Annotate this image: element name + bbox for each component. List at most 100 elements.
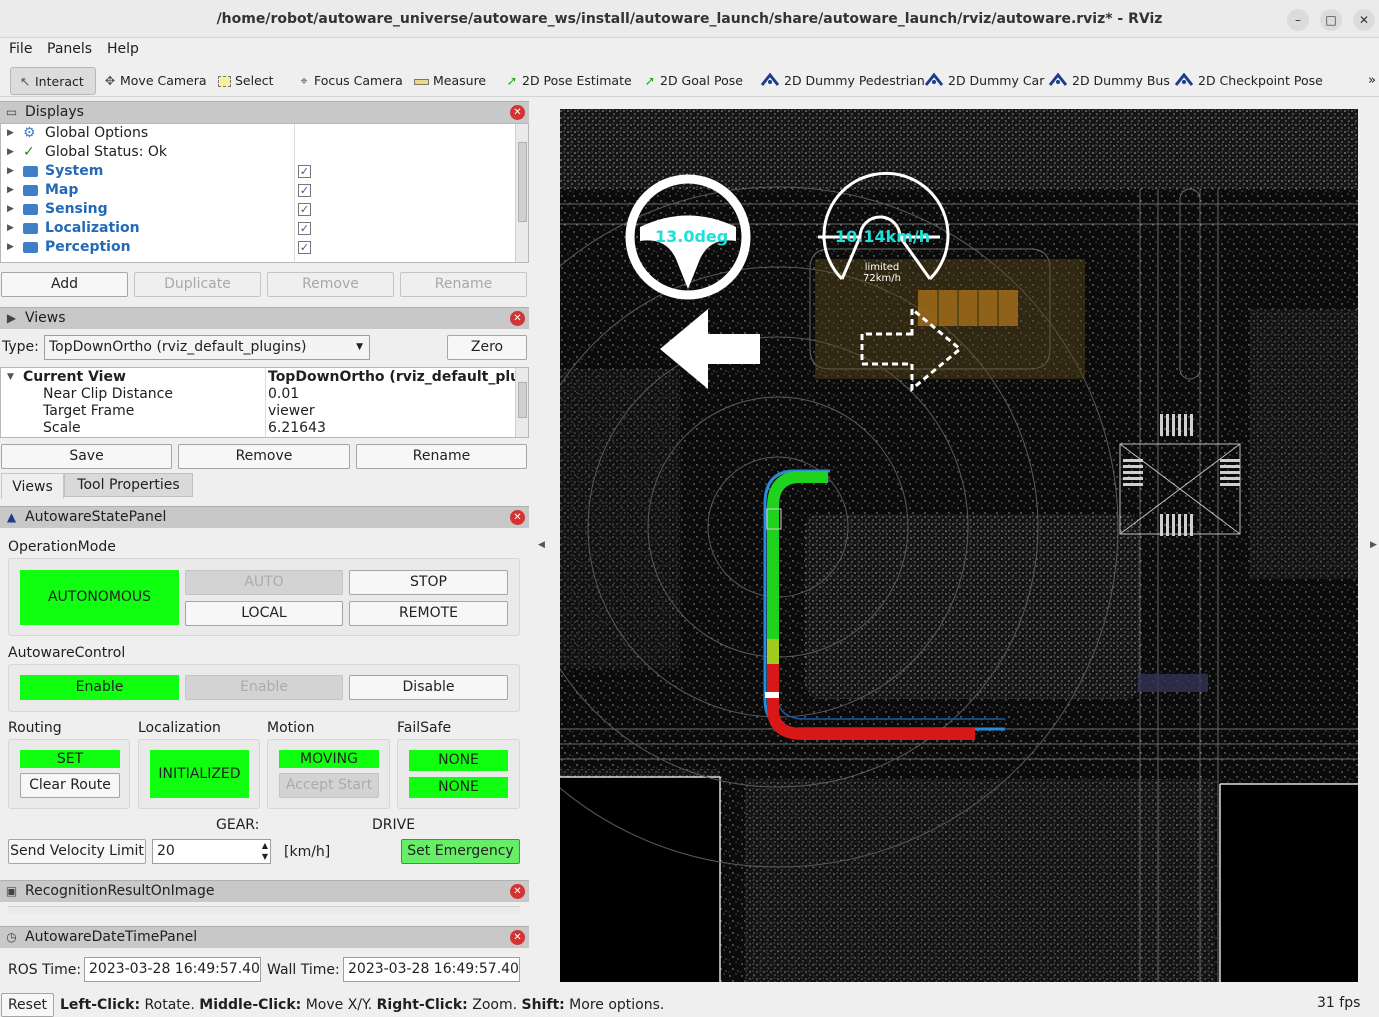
prop-value: 0.01 <box>268 386 300 402</box>
tab-views[interactable]: Views <box>1 473 64 499</box>
toolbar-overflow-icon[interactable]: » <box>1368 67 1376 95</box>
clear-route-button[interactable]: Clear Route <box>20 773 120 798</box>
folder-icon <box>23 185 38 196</box>
stop-button[interactable]: STOP <box>349 570 508 595</box>
display-item-label: Perception <box>45 239 131 255</box>
speed-limit-line1: limited <box>864 262 900 273</box>
autoware-logo-icon <box>924 72 944 86</box>
auto-button[interactable]: AUTO <box>185 570 343 595</box>
tool-goal-pose[interactable]: ➚ 2D Goal Pose <box>642 67 743 95</box>
control-enabled-indicator: Enable <box>20 675 179 700</box>
tool-measure-label: Measure <box>433 73 487 88</box>
tool-checkpoint-pose-label: 2D Checkpoint Pose <box>1198 73 1323 88</box>
accept-start-button[interactable]: Accept Start <box>279 773 379 798</box>
tool-select[interactable]: Select <box>218 67 274 95</box>
zero-button[interactable]: Zero <box>447 335 527 360</box>
tool-focus-camera[interactable]: ⌖ Focus Camera <box>296 67 402 95</box>
checkbox-perception[interactable]: ✓ <box>298 241 311 254</box>
select-icon <box>218 76 231 87</box>
ros-time-label: ROS Time: <box>8 962 82 978</box>
menu-help[interactable]: Help <box>107 41 139 57</box>
collapse-right-icon[interactable]: ▶ <box>1370 540 1377 550</box>
state-panel-header: ▲ AutowareStatePanel ✕ <box>0 506 529 528</box>
display-item-label: Localization <box>45 220 140 236</box>
tool-checkpoint-pose[interactable]: 2D Checkpoint Pose <box>1174 67 1323 95</box>
minimize-icon[interactable]: – <box>1287 9 1309 31</box>
displays-title: Displays <box>25 104 84 120</box>
add-display-button[interactable]: Add <box>1 272 128 297</box>
tool-interact[interactable]: ↖ Interact <box>10 67 96 95</box>
move-icon: ✥ <box>104 73 116 88</box>
close-icon[interactable]: ✕ <box>510 884 525 899</box>
close-icon[interactable]: ✕ <box>510 930 525 945</box>
local-button[interactable]: LOCAL <box>185 601 343 626</box>
view-type-select[interactable]: TopDownOrtho (rviz_default_plugins) ▼ <box>44 335 370 360</box>
checkbox-localization[interactable]: ✓ <box>298 222 311 235</box>
menu-panels[interactable]: Panels <box>47 41 92 57</box>
reset-button[interactable]: Reset <box>1 993 54 1017</box>
send-velocity-limit-button[interactable]: Send Velocity Limit <box>8 839 146 864</box>
current-view-value: TopDownOrtho (rviz_default_plu... <box>268 369 529 385</box>
save-view-button[interactable]: Save <box>1 444 172 469</box>
tool-dummy-pedestrian[interactable]: 2D Dummy Pedestrian <box>760 67 925 95</box>
rename-display-button[interactable]: Rename <box>400 272 527 297</box>
remote-button[interactable]: REMOTE <box>349 601 508 626</box>
view-properties-tree[interactable]: ▼ Current View TopDownOrtho (rviz_default_… <box>0 367 529 438</box>
tool-goal-pose-label: 2D Goal Pose <box>660 73 743 88</box>
checkbox-map[interactable]: ✓ <box>298 184 311 197</box>
remove-display-button[interactable]: Remove <box>267 272 394 297</box>
duplicate-display-button[interactable]: Duplicate <box>134 272 261 297</box>
status-bar: Reset Left-Click: Rotate. Middle-Click: … <box>0 992 1379 1017</box>
tab-tool-properties[interactable]: Tool Properties <box>64 473 193 497</box>
autonomous-indicator: AUTONOMOUS <box>20 570 179 625</box>
enable-button[interactable]: Enable <box>185 675 343 700</box>
collapse-left-icon[interactable]: ◀ <box>538 540 545 550</box>
tool-measure[interactable]: Measure <box>414 67 486 95</box>
rename-view-button[interactable]: Rename <box>356 444 527 469</box>
set-emergency-button[interactable]: Set Emergency <box>401 839 520 864</box>
disable-button[interactable]: Disable <box>349 675 508 700</box>
display-item-label: Sensing <box>45 201 108 217</box>
close-icon[interactable]: ✕ <box>510 311 525 326</box>
recognition-panel-header: ▣ RecognitionResultOnImage ✕ <box>0 880 529 902</box>
hint-text: More options. <box>564 997 665 1013</box>
datetime-panel-header: ◷ AutowareDateTimePanel ✕ <box>0 926 529 948</box>
tool-move-camera-label: Move Camera <box>120 73 207 88</box>
wall-time-field[interactable]: 2023-03-28 16:49:57.400 <box>343 957 520 982</box>
velocity-unit: [km/h] <box>284 844 331 860</box>
autoware-logo-icon <box>760 72 780 86</box>
display-item-label: Global Options <box>45 125 149 141</box>
close-window-icon[interactable]: ✕ <box>1353 9 1375 31</box>
tool-select-label: Select <box>235 73 274 88</box>
maximize-icon[interactable]: □ <box>1320 9 1342 31</box>
folder-icon <box>23 223 38 234</box>
hint-text: Rotate. <box>140 997 200 1013</box>
checkbox-system[interactable]: ✓ <box>298 165 311 178</box>
velocity-limit-spinbox[interactable]: 20 ▲ ▼ <box>152 839 271 864</box>
menu-bar: File Panels Help <box>0 38 1379 62</box>
speed-text: 10.14km/h <box>835 227 931 246</box>
displays-tree[interactable]: ▶ ⚙ Global Options ▶ ✓ Global Status: Ok ▶ Sy… <box>0 123 529 263</box>
displays-scrollbar[interactable] <box>515 124 528 262</box>
close-icon[interactable]: ✕ <box>510 510 525 525</box>
spin-arrows-icon[interactable]: ▲ ▼ <box>262 840 268 862</box>
failsafe-label: FailSafe <box>397 720 452 736</box>
ros-time-field[interactable]: 2023-03-28 16:49:57.400 <box>84 957 261 982</box>
datetime-panel-title: AutowareDateTimePanel <box>25 929 198 945</box>
menu-file[interactable]: File <box>9 41 32 57</box>
tool-dummy-bus[interactable]: 2D Dummy Bus <box>1048 67 1170 95</box>
views-scrollbar[interactable] <box>515 368 528 437</box>
camera-icon: ▶ <box>6 311 17 325</box>
tool-dummy-car[interactable]: 2D Dummy Car <box>924 67 1044 95</box>
toolbar: ↖ Interact ✥ Move Camera Select ⌖ Focus Cam… <box>0 63 1379 97</box>
checkbox-sensing[interactable]: ✓ <box>298 203 311 216</box>
remove-view-button[interactable]: Remove <box>178 444 350 469</box>
views-panel-header: ▶ Views ✕ <box>0 307 529 329</box>
tool-pose-estimate[interactable]: ➚ 2D Pose Estimate <box>504 67 632 95</box>
chevron-down-icon: ▼ <box>356 342 363 352</box>
tool-move-camera[interactable]: ✥ Move Camera <box>102 67 207 95</box>
tool-dummy-pedestrian-label: 2D Dummy Pedestrian <box>784 73 925 88</box>
close-icon[interactable]: ✕ <box>510 105 525 120</box>
rviz-3d-viewport[interactable]: 13.0deg 10.14km/h limited 72km/h <box>560 109 1358 982</box>
view-type-value: TopDownOrtho (rviz_default_plugins) <box>49 339 307 355</box>
